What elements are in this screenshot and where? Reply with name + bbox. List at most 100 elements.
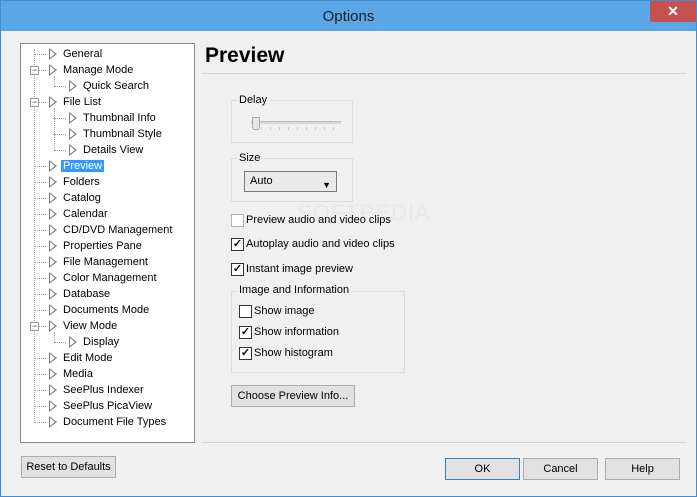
tree-connector [34, 310, 46, 311]
tree-item-display[interactable]: Display [81, 334, 121, 350]
show-histogram-label: Show histogram [254, 347, 333, 359]
tree-item-media[interactable]: Media [61, 366, 95, 382]
tree-item-database[interactable]: Database [61, 286, 112, 302]
cancel-button[interactable]: Cancel [523, 458, 598, 480]
tree-item-label: View Mode [63, 320, 118, 332]
page-node-icon [49, 48, 57, 60]
page-node-icon [69, 336, 77, 348]
tree-connector [54, 134, 66, 135]
tree-item-label: SeePlus Indexer [63, 384, 144, 396]
size-select[interactable]: Auto ▼ [244, 171, 337, 192]
autoplay-av-label: Autoplay audio and video clips [246, 238, 395, 250]
delay-slider-thumb[interactable] [252, 117, 260, 130]
tree-item-label: Media [63, 368, 93, 380]
tree-item-folders[interactable]: Folders [61, 174, 102, 190]
tree-item-manage-mode[interactable]: Manage Mode [61, 62, 135, 78]
delay-slider[interactable] [251, 113, 343, 133]
tree-item-calendar[interactable]: Calendar [61, 206, 110, 222]
tree-connector [34, 54, 46, 55]
tree-item-properties-pane[interactable]: Properties Pane [61, 238, 144, 254]
tree-connector [54, 86, 66, 87]
page-node-icon [49, 400, 57, 412]
page-node-icon [49, 176, 57, 188]
chevron-down-icon: ▼ [322, 180, 331, 190]
tree-item-label: General [63, 48, 103, 60]
tree-item-label: Thumbnail Style [83, 128, 162, 140]
tree-item-thumbnail-style[interactable]: Thumbnail Style [81, 126, 164, 142]
tree-connector [34, 278, 46, 279]
tree-connector [34, 406, 46, 407]
tree-item-seeplus-indexer[interactable]: SeePlus Indexer [61, 382, 146, 398]
instant-preview-label: Instant image preview [246, 263, 353, 275]
tree-item-label: Manage Mode [63, 64, 134, 76]
tree-item-view-mode[interactable]: View Mode [61, 318, 119, 334]
tree-item-catalog[interactable]: Catalog [61, 190, 103, 206]
show-image-label: Show image [254, 305, 315, 317]
page-node-icon [49, 208, 57, 220]
tree-connector [54, 342, 66, 343]
preview-av-box[interactable] [231, 214, 244, 227]
autoplay-av-box[interactable]: ✓ [231, 238, 244, 251]
tree-item-label: Properties Pane [63, 240, 142, 252]
slider-tick [315, 127, 316, 130]
tree-item-seeplus-picaview[interactable]: SeePlus PicaView [61, 398, 154, 414]
show-image-box[interactable] [239, 305, 252, 318]
slider-tick [270, 127, 271, 130]
instant-preview-box[interactable]: ✓ [231, 263, 244, 276]
tree-item-label: Calendar [63, 208, 108, 220]
image-info-label: Image and Information [237, 284, 352, 296]
tree-item-color-management[interactable]: Color Management [61, 270, 159, 286]
ok-button[interactable]: OK [445, 458, 520, 480]
tree-item-thumbnail-info[interactable]: Thumbnail Info [81, 110, 158, 126]
tree-item-document-file-types[interactable]: Document File Types [61, 414, 168, 430]
size-select-value: Auto [250, 175, 273, 187]
page-node-icon [49, 288, 57, 300]
tree-item-file-management[interactable]: File Management [61, 254, 150, 270]
tree-connector [34, 390, 46, 391]
tree-connector [54, 118, 66, 119]
tree-connector [34, 374, 46, 375]
tree-item-general[interactable]: General [61, 46, 104, 62]
collapse-toggle-icon[interactable]: − [30, 322, 39, 331]
delay-slider-track [251, 121, 341, 124]
title-bar[interactable]: Options ✕ [1, 1, 696, 31]
tree-item-label: File Management [63, 256, 148, 268]
tree-item-documents-mode[interactable]: Documents Mode [61, 302, 151, 318]
tree-item-label: Folders [63, 176, 100, 188]
tree-item-edit-mode[interactable]: Edit Mode [61, 350, 115, 366]
tree-connector [34, 262, 46, 263]
tree-connector [34, 214, 46, 215]
tree-item-file-list[interactable]: File List [61, 94, 103, 110]
help-button[interactable]: Help [605, 458, 680, 480]
tree-item-label: Documents Mode [63, 304, 150, 316]
tree-item-label: Color Management [63, 272, 157, 284]
tree-item-preview[interactable]: Preview [61, 158, 105, 174]
reset-defaults-button[interactable]: Reset to Defaults [21, 456, 116, 478]
tree-item-label: File List [63, 96, 101, 108]
options-tree[interactable]: General − Manage Mode Quick Search − File Lis… [20, 43, 195, 443]
collapse-toggle-icon[interactable]: − [30, 66, 39, 75]
window-title: Options [322, 8, 375, 25]
show-histogram-box[interactable]: ✓ [239, 347, 252, 360]
page-node-icon [49, 160, 57, 172]
tree-item-quick-search[interactable]: Quick Search [81, 78, 151, 94]
page-node-icon [69, 128, 77, 140]
show-information-box[interactable]: ✓ [239, 326, 252, 339]
close-button[interactable]: ✕ [650, 1, 696, 22]
page-node-icon [49, 320, 57, 332]
tree-item-details-view[interactable]: Details View [81, 142, 145, 158]
choose-preview-info-button[interactable]: Choose Preview Info... [231, 385, 355, 407]
tree-connector [34, 182, 46, 183]
size-label: Size [237, 152, 263, 164]
delay-label: Delay [237, 94, 270, 106]
slider-tick [261, 127, 262, 130]
slider-tick [324, 127, 325, 130]
tree-connector [34, 294, 46, 295]
tree-item-label: Thumbnail Info [83, 112, 156, 124]
page-node-icon [49, 368, 57, 380]
collapse-toggle-icon[interactable]: − [30, 98, 39, 107]
page-node-icon [49, 96, 57, 108]
tree-connector [34, 230, 46, 231]
tree-item-cd-dvd-management[interactable]: CD/DVD Management [61, 222, 174, 238]
page-title: Preview [205, 44, 285, 67]
